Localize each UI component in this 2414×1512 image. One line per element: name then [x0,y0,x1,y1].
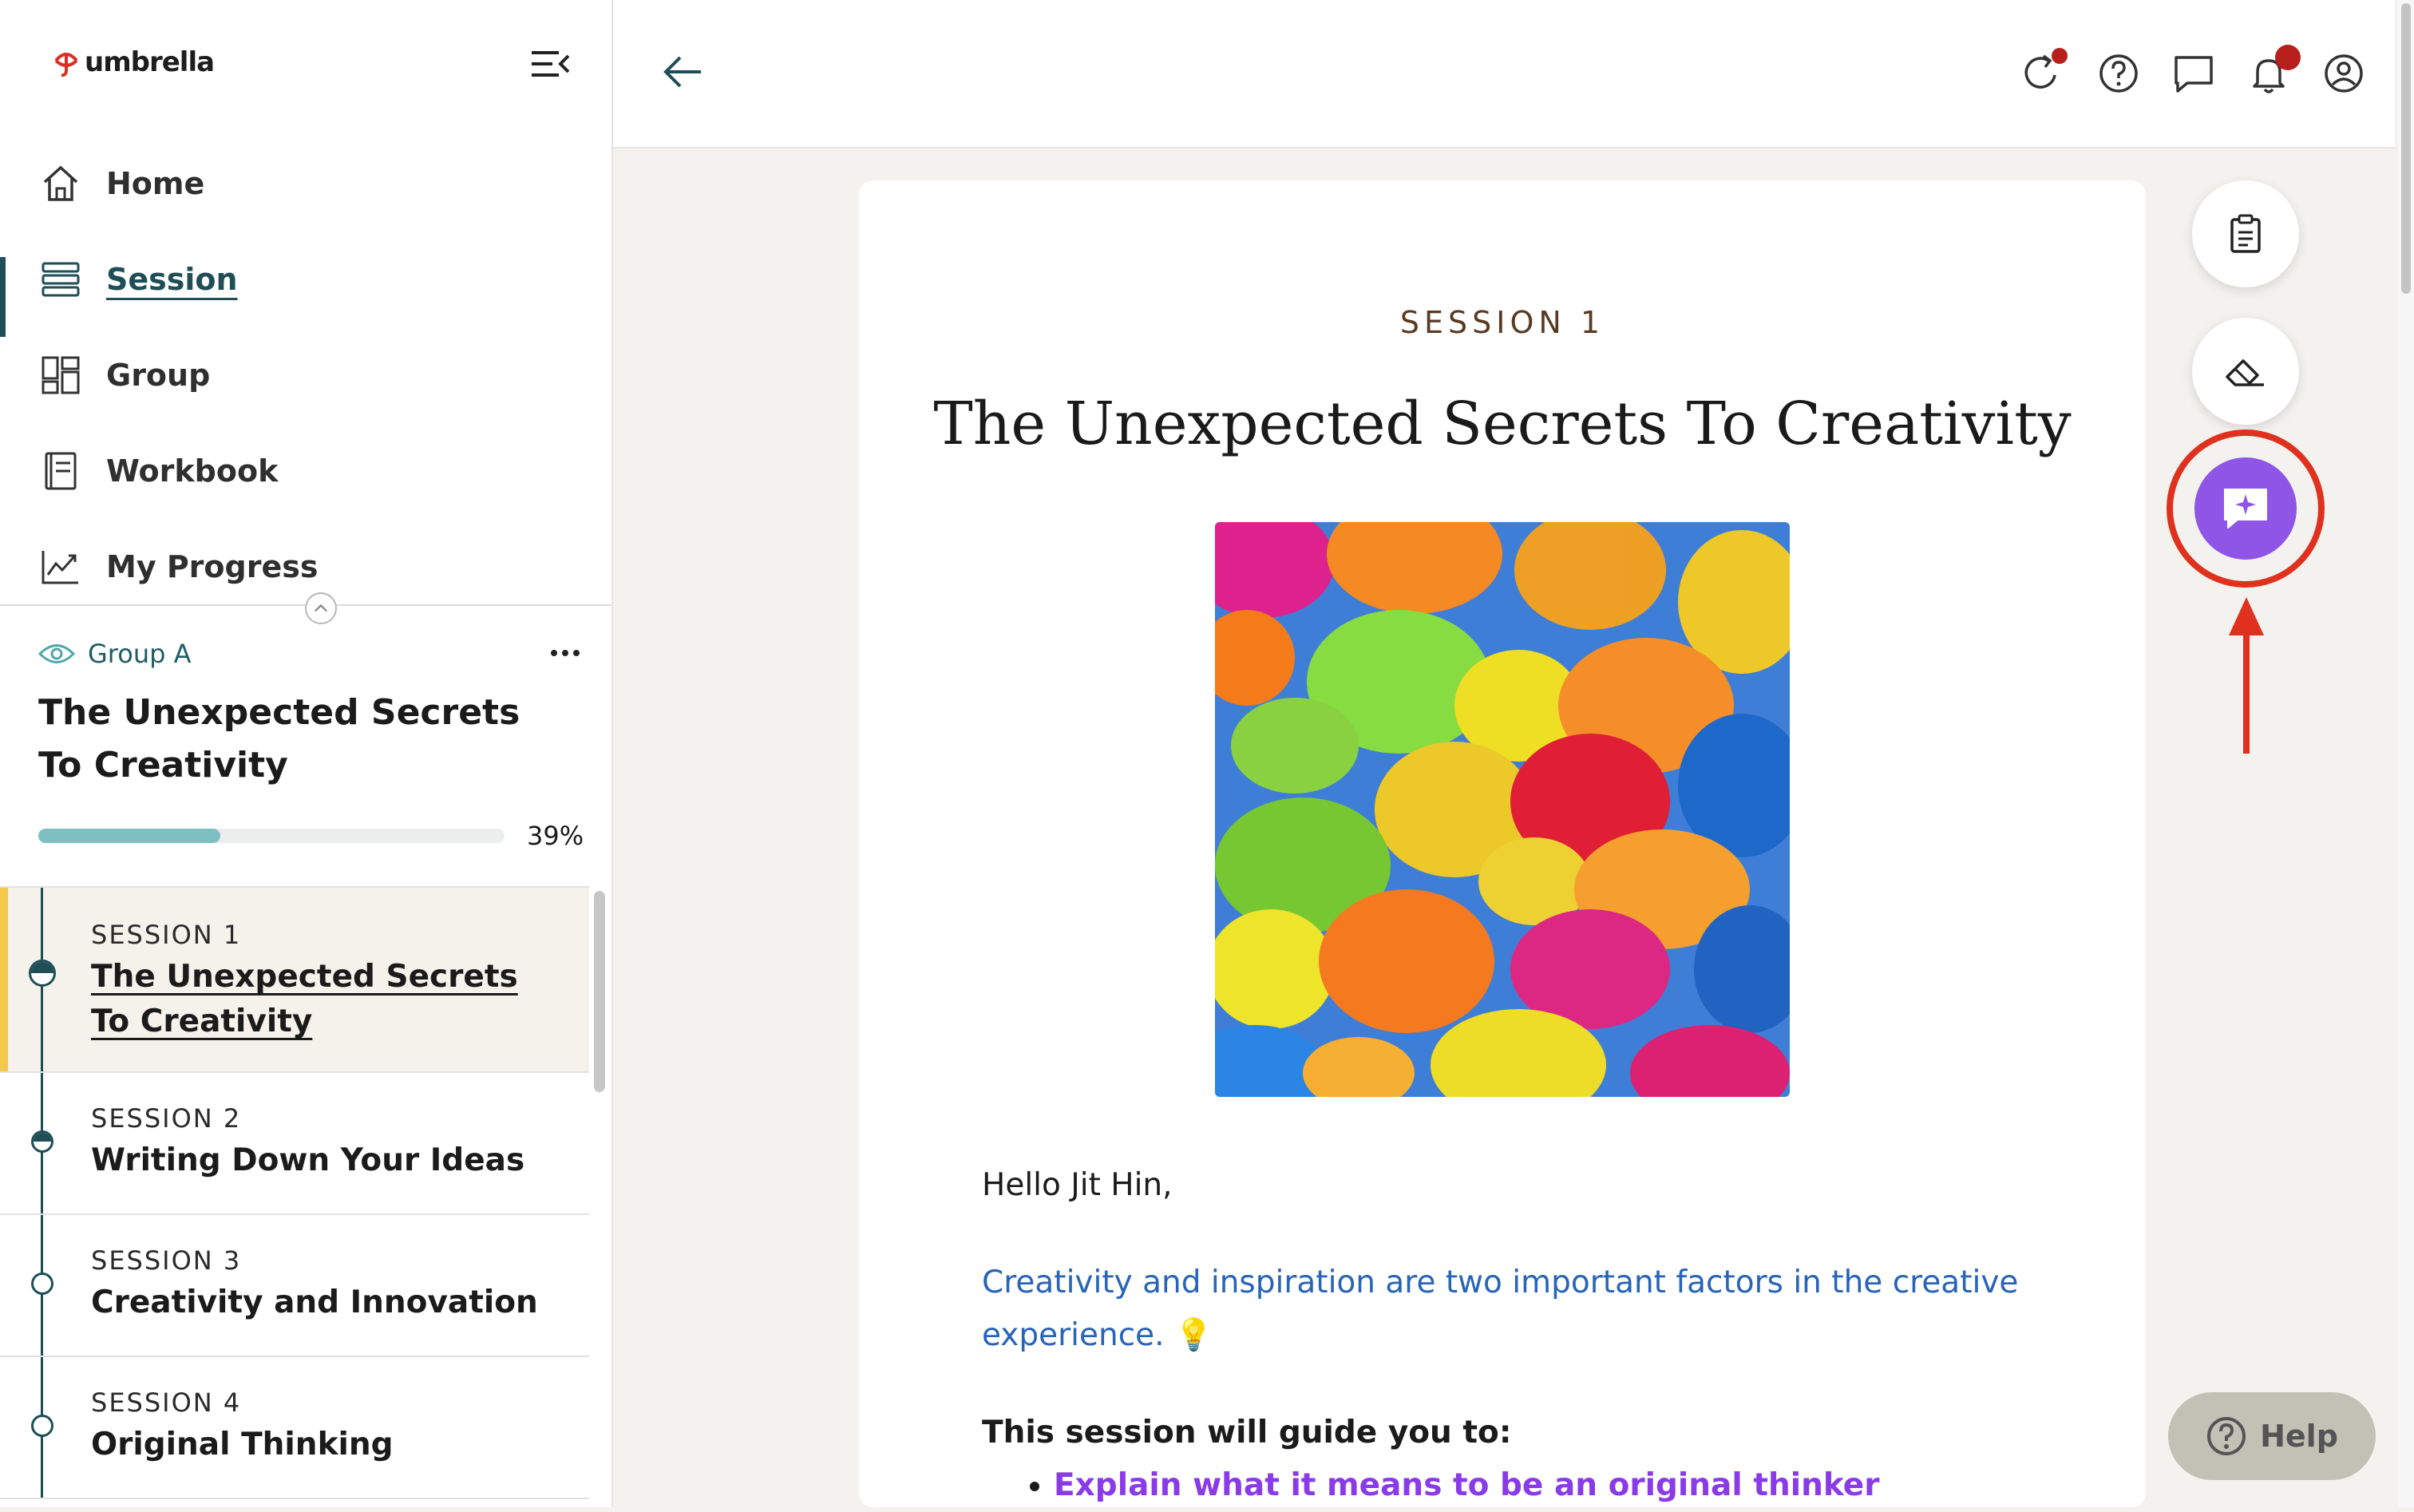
nav-label-my-progress: My Progress [106,549,319,584]
session-title: Creativity and Innovation [91,1284,538,1320]
session-list-scrollbar[interactable] [594,891,605,1092]
course-progress-bar [38,829,505,843]
session-status-empty-icon [31,1273,53,1295]
session-title: Writing Down Your Ideas [91,1142,525,1178]
session-title: The Unexpected Secrets To Creativity [91,959,518,1039]
session-content-card: SESSION 1 The Unexpected Secrets To Crea… [859,180,2146,1507]
nav-label-workbook: Workbook [106,453,279,489]
back-arrow-icon[interactable] [659,51,704,93]
session-item-2[interactable]: SESSION 2 Writing Down Your Ideas [0,1073,589,1215]
session-title: Original Thinking [91,1427,394,1463]
greeting: Hello Jit Hin, [982,1167,1173,1203]
workbook-icon [45,452,77,490]
ai-assistant-button[interactable] [2194,457,2297,560]
more-options-icon[interactable] [548,643,583,663]
objective-item: Explain what it means to be an original … [1054,1459,2036,1512]
session-kicker: SESSION 2 [91,1103,242,1134]
group-label-row: Group A [38,639,191,669]
nav-item-session[interactable]: Session [0,232,611,337]
eye-icon [38,644,75,663]
notes-tool-button[interactable] [2192,180,2299,287]
help-circle-icon[interactable] [2096,51,2141,96]
page-scrollbar-thumb[interactable] [2401,3,2411,294]
group-name: Group A [88,639,192,669]
session-status-half-icon [29,960,56,987]
page-scrollbar[interactable] [2398,0,2414,1507]
sidebar: umbrella Home Session Group Workbook My … [0,0,613,1507]
lede-text: Creativity and inspiration are two impor… [982,1257,2036,1362]
top-bar [613,0,2395,148]
chat-icon[interactable] [2171,51,2216,96]
group-card: Group A The Unexpected Secrets To Creati… [0,607,611,886]
eraser-tool-button[interactable] [2192,318,2299,425]
brand-name: umbrella [85,46,215,78]
content-session-kicker: SESSION 1 [1399,305,1605,340]
nav-label-group: Group [106,358,211,393]
session-status-half-icon [31,1130,53,1153]
nav-item-workbook[interactable]: Workbook [0,423,611,519]
clipboard-icon [2230,214,2261,253]
home-icon [43,165,78,201]
objective-link[interactable]: Explain what it means to be an original … [1054,1467,1879,1503]
brand-logo[interactable]: umbrella [53,45,215,80]
session-kicker: SESSION 4 [91,1387,242,1418]
course-progress-fill [38,829,220,843]
session-status-empty-icon [31,1415,53,1437]
refresh-badge [2052,48,2068,64]
ai-chat-icon [2224,489,2267,528]
lede-sentence: Creativity and inspiration are two impor… [982,1265,2019,1353]
objectives-list: Explain what it means to be an original … [982,1459,2036,1512]
nav-label-session: Session [106,262,238,297]
umbrellas-hero-image [1215,522,1790,1097]
notification-badge [2275,45,2301,70]
help-button[interactable]: Help [2168,1392,2376,1480]
session-item-1[interactable]: SESSION 1 The Unexpected Secrets To Crea… [0,888,589,1073]
session-kicker: SESSION 3 [91,1245,242,1276]
session-list-icon [42,262,80,297]
session-item-4[interactable]: SESSION 4 Original Thinking [0,1357,589,1499]
guide-heading: This session will guide you to: [982,1415,1512,1451]
lightbulb-icon: 💡 [1173,1317,1213,1353]
nav-item-group[interactable]: Group [0,327,611,423]
group-icon [42,356,80,394]
eraser-icon [2226,359,2264,386]
main-nav: Home Session Group Workbook My Progress [0,136,611,615]
content-body: Hello Jit Hin, Creativity and inspiratio… [982,1159,2036,1512]
collapse-sidebar-icon[interactable] [527,46,572,81]
annotation-arrow-up-icon [2229,597,2264,754]
nav-item-my-progress[interactable]: My Progress [0,519,611,615]
help-label: Help [2260,1419,2338,1454]
account-icon[interactable] [2321,51,2366,96]
session-list: SESSION 1 The Unexpected Secrets To Crea… [0,886,589,1507]
session-item-3[interactable]: SESSION 3 Creativity and Innovation [0,1215,589,1357]
content-session-title: The Unexpected Secrets To Creativity [933,390,2072,458]
course-progress-percent: 39% [527,821,584,851]
help-circle-icon [2207,1417,2246,1455]
nav-label-home: Home [106,166,205,201]
chart-icon [42,551,78,584]
umbrella-logo-icon [54,53,78,77]
group-course-title: The Unexpected Secrets To Creativity [38,692,520,786]
nav-item-home[interactable]: Home [0,136,611,232]
session-kicker: SESSION 1 [91,920,242,950]
